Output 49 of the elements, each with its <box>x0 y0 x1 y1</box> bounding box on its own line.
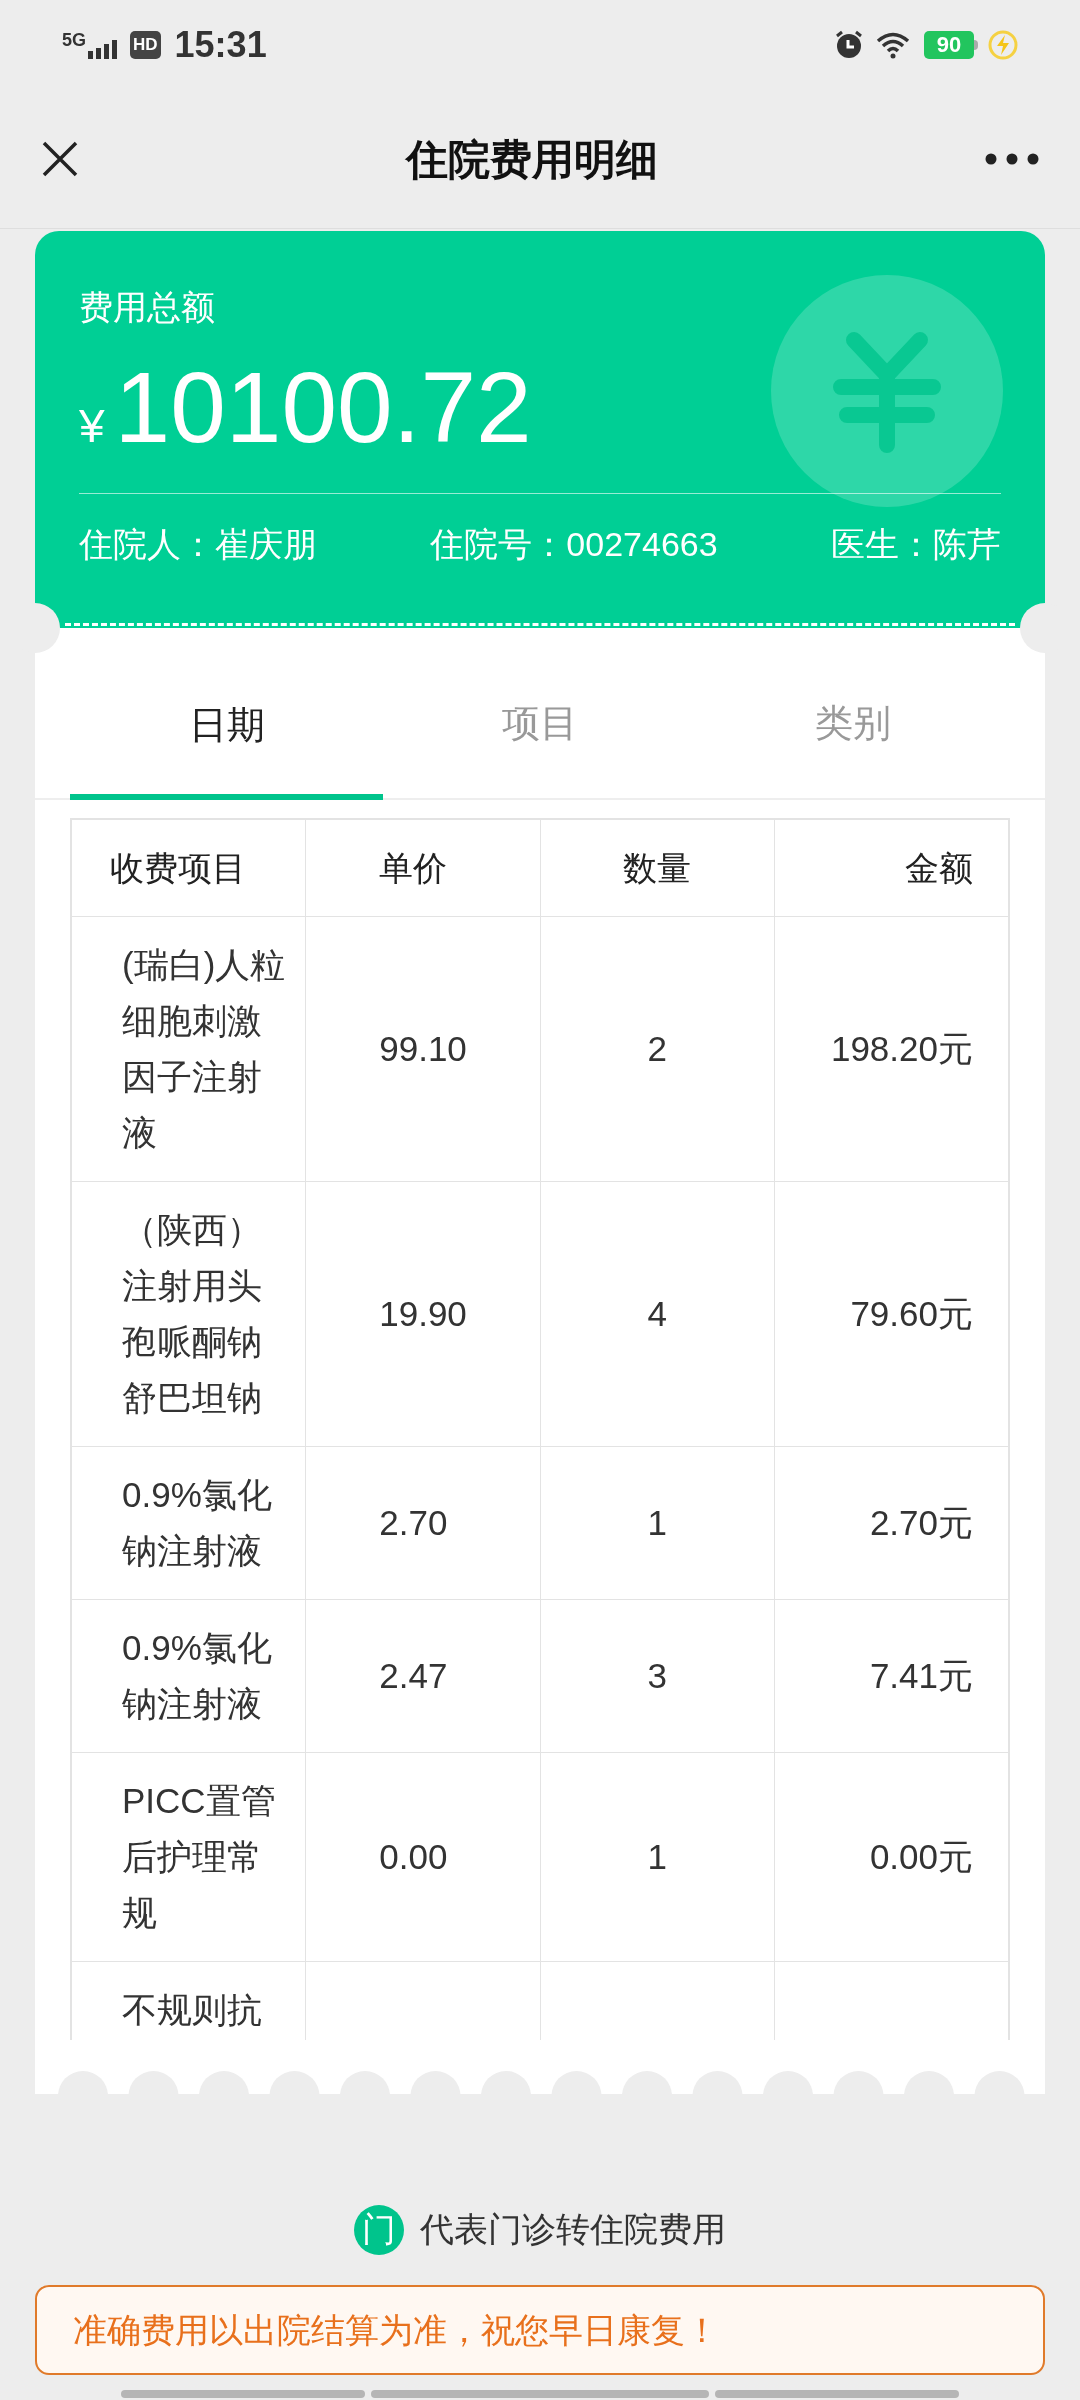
tab[interactable]: 类别 <box>696 628 1010 798</box>
table-cell: 4 <box>647 1294 667 1333</box>
patient-info: 住院号：00274663 <box>430 524 718 565</box>
table-cell: 7.41元 <box>869 1656 973 1695</box>
legend-text: 代表门诊转住院费用 <box>420 2209 726 2250</box>
currency-symbol: ¥ <box>79 399 105 454</box>
outpatient-badge: 门 <box>354 2204 404 2255</box>
tab[interactable]: 项目 <box>383 628 697 798</box>
network-type: 5G <box>62 31 86 49</box>
table-cell: （陕西）注射用头孢哌酮钠舒巴坦钠 <box>122 1210 262 1417</box>
patient-info: 住院人：崔庆朋 <box>79 524 317 565</box>
clock-time: 15:31 <box>174 23 267 67</box>
table-cell: 0.00 <box>379 1837 448 1876</box>
table-cell: 2.47 <box>379 1656 448 1695</box>
column-header: 数量 <box>540 819 775 917</box>
alarm-icon <box>834 30 864 60</box>
table-cell: 99.10 <box>379 1029 467 1068</box>
close-icon <box>40 139 80 179</box>
column-header: 单价 <box>305 819 540 917</box>
tab[interactable]: 日期 <box>70 628 384 800</box>
table-cell: 3 <box>647 1656 667 1695</box>
table-cell: 19.90 <box>379 1294 467 1333</box>
table-cell: PICC置管后护理常规 <box>122 1781 276 1932</box>
total-label: 费用总额 <box>79 287 216 327</box>
signal-icon <box>88 39 120 59</box>
yen-coin-icon <box>771 275 1003 507</box>
table-cell: 2.70 <box>379 1503 448 1542</box>
table-cell: 0.00元 <box>869 1837 973 1876</box>
table-cell: 1 <box>647 1503 667 1542</box>
table-cell: 198.20元 <box>830 1029 973 1068</box>
total-amount: 10100.72 <box>114 350 532 465</box>
wifi-icon <box>876 31 912 59</box>
table-cell: 79.60元 <box>850 1294 973 1333</box>
table-cell: 1 <box>647 1837 667 1876</box>
table-cell: 2.70元 <box>869 1503 973 1542</box>
table-cell: (瑞白)人粒细胞刺激因子注射液 <box>122 945 286 1152</box>
more-icon <box>985 153 1039 165</box>
table-cell: 不规则抗 <box>122 1990 262 2029</box>
table-cell: 0.9%氯化钠注射液 <box>122 1628 272 1723</box>
notice-banner: 准确费用以出院结算为准，祝您早日康复！ <box>35 2285 1045 2375</box>
patient-info: 医生：陈芹 <box>831 524 1001 565</box>
column-header: 收费项目 <box>71 819 306 917</box>
column-header: 金额 <box>774 819 1009 917</box>
page-title: 住院费用明细 <box>406 134 658 185</box>
table-cell: 0.9%氯化钠注射液 <box>122 1475 272 1570</box>
table-cell: 2 <box>647 1029 667 1068</box>
close-button[interactable] <box>40 139 80 179</box>
hd-badge: HD <box>130 31 161 59</box>
charging-icon <box>988 30 1018 60</box>
